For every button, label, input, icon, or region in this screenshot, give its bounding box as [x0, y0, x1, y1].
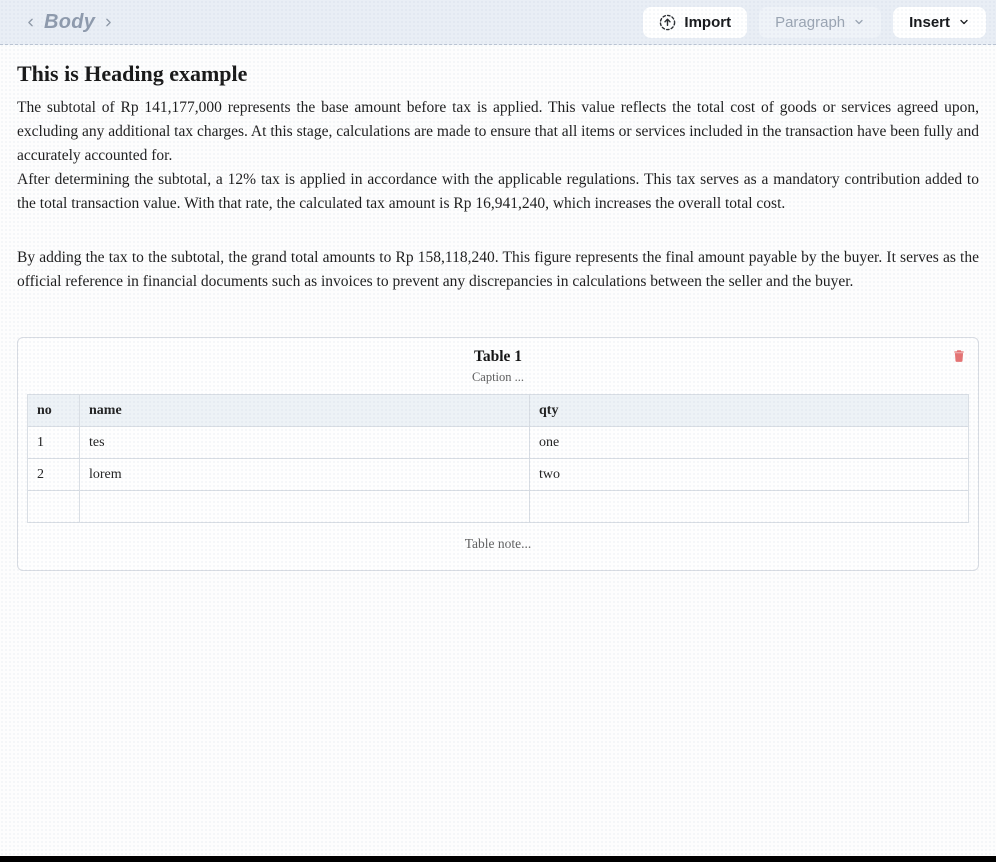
table-row: 1tesone	[28, 427, 969, 459]
page: Body Import Paragraph	[0, 0, 996, 862]
table-note[interactable]: Table note...	[27, 536, 969, 552]
breadcrumb-label[interactable]: Body	[44, 11, 95, 34]
column-header[interactable]: name	[80, 395, 530, 427]
table-cell[interactable]: two	[530, 459, 969, 491]
chevron-down-icon	[958, 16, 970, 28]
table-cell[interactable]: 1	[28, 427, 80, 459]
table-cell[interactable]: 2	[28, 459, 80, 491]
table-cell[interactable]	[80, 491, 530, 523]
paragraph-dropdown-label: Paragraph	[775, 14, 845, 31]
data-table: nonameqty 1tesone2loremtwo	[27, 394, 969, 523]
table-cell[interactable]: tes	[80, 427, 530, 459]
table-row	[28, 491, 969, 523]
column-header[interactable]: qty	[530, 395, 969, 427]
editor-content: This is Heading example The subtotal of …	[0, 45, 996, 571]
table-title[interactable]: Table 1	[27, 348, 969, 366]
upload-icon	[659, 14, 676, 31]
bottom-bar	[0, 856, 996, 862]
insert-dropdown-label: Insert	[909, 14, 950, 31]
topbar-actions: Import Paragraph Insert	[643, 7, 986, 38]
table-caption[interactable]: Caption ...	[27, 370, 969, 385]
table-card: Table 1 Caption ... nonameqty 1tesone2lo…	[17, 337, 979, 571]
chevron-right-icon[interactable]	[102, 16, 115, 29]
import-button-label: Import	[684, 14, 731, 31]
paragraph-subtotal[interactable]: The subtotal of Rp 141,177,000 represent…	[17, 96, 979, 168]
table-row: 2loremtwo	[28, 459, 969, 491]
column-header[interactable]: no	[28, 395, 80, 427]
topbar: Body Import Paragraph	[0, 0, 996, 45]
insert-dropdown[interactable]: Insert	[893, 7, 986, 38]
breadcrumb: Body	[24, 11, 115, 34]
table-cell[interactable]: lorem	[80, 459, 530, 491]
document-heading[interactable]: This is Heading example	[17, 61, 979, 87]
table-header-row: nonameqty	[28, 395, 969, 427]
paragraph-dropdown[interactable]: Paragraph	[759, 7, 881, 38]
chevron-left-icon[interactable]	[24, 16, 37, 29]
chevron-down-icon	[853, 16, 865, 28]
trash-icon[interactable]	[950, 346, 968, 365]
paragraph-tax[interactable]: After determining the subtotal, a 12% ta…	[17, 168, 979, 216]
paragraph-grand-total[interactable]: By adding the tax to the subtotal, the g…	[17, 246, 979, 294]
table-cell[interactable]: one	[530, 427, 969, 459]
table-body: 1tesone2loremtwo	[28, 427, 969, 523]
table-cell[interactable]	[530, 491, 969, 523]
table-cell[interactable]	[28, 491, 80, 523]
import-button[interactable]: Import	[643, 7, 747, 38]
